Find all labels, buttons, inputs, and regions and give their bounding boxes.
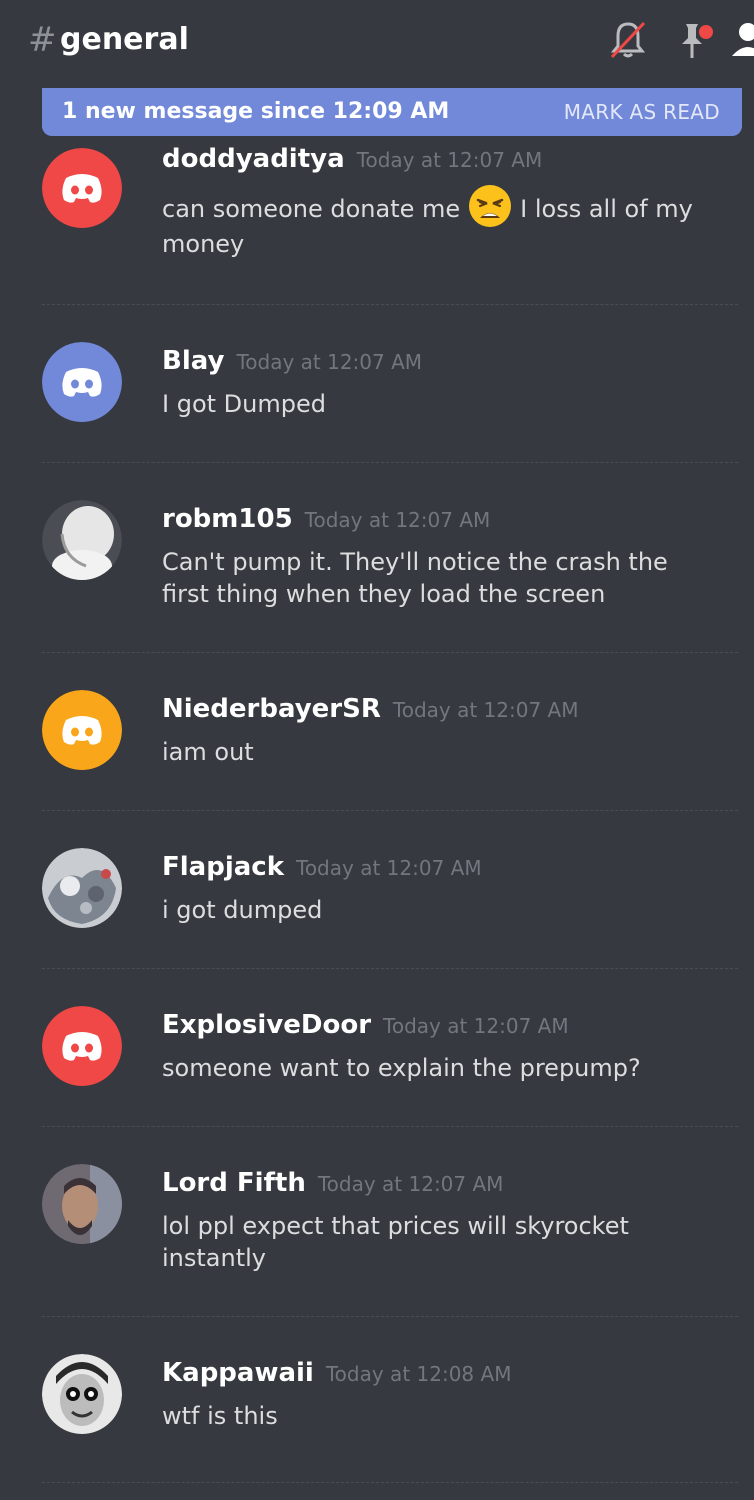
avatar[interactable] (42, 148, 122, 228)
username[interactable]: Kappawaii Today at 12:08 AM (162, 1356, 511, 1391)
new-messages-banner[interactable]: 1 new message since 12:09 AM MARK AS REA… (42, 88, 742, 136)
channel-hash-icon: # (28, 20, 57, 60)
channel-name[interactable]: general (60, 20, 189, 60)
username-text[interactable]: doddyaditya (162, 144, 345, 174)
user-photo-icon (42, 500, 122, 580)
mute-bell-icon[interactable] (610, 20, 646, 60)
user-photo-icon (42, 1354, 122, 1434)
timestamp: Today at 12:07 AM (356, 148, 543, 172)
message-divider (42, 462, 738, 463)
message-text: iam out (162, 738, 254, 766)
username[interactable]: Blay Today at 12:07 AM (162, 344, 422, 379)
discord-logo-icon (42, 148, 122, 228)
username[interactable]: robm105 Today at 12:07 AM (162, 502, 490, 537)
username-text[interactable]: Flapjack (162, 852, 284, 882)
message-divider (42, 1126, 738, 1127)
username-text[interactable]: Kappawaii (162, 1358, 314, 1388)
message-text: lol ppl expect that prices will skyrocke… (162, 1212, 629, 1272)
username-text[interactable]: ExplosiveDoor (162, 1010, 371, 1040)
avatar[interactable] (42, 848, 122, 928)
username[interactable]: ExplosiveDoor Today at 12:07 AM (162, 1008, 569, 1043)
message-text: can someone donate me I loss all of my m… (162, 185, 722, 261)
discord-logo-icon (42, 690, 122, 770)
username[interactable]: Lord Fifth Today at 12:07 AM (162, 1166, 503, 1201)
message-text: I got Dumped (162, 390, 326, 418)
message-text: wtf is this (162, 1402, 278, 1430)
message-text-part: can someone donate me (162, 195, 461, 223)
avatar[interactable] (42, 500, 122, 580)
username-text[interactable]: Lord Fifth (162, 1168, 306, 1198)
members-icon[interactable] (732, 20, 754, 60)
message-feed[interactable]: doddyaditya Today at 12:07 AM can someone… (0, 0, 754, 1500)
message-divider (42, 968, 738, 969)
username[interactable]: doddyaditya Today at 12:07 AM (162, 142, 542, 177)
timestamp: Today at 12:07 AM (383, 1014, 569, 1038)
channel-header: # general (0, 0, 754, 80)
timestamp: Today at 12:07 AM (304, 508, 491, 532)
timestamp: Today at 12:07 AM (317, 1172, 504, 1196)
timestamp: Today at 12:07 AM (296, 856, 482, 880)
discord-logo-icon (42, 1006, 122, 1086)
avatar[interactable] (42, 1354, 122, 1434)
message-text: Can't pump it. They'll notice the crash … (162, 548, 668, 608)
avatar[interactable] (42, 1006, 122, 1086)
message-divider (42, 304, 738, 305)
username[interactable]: Flapjack Today at 12:07 AM (162, 850, 482, 885)
username[interactable]: NiederbayerSR Today at 12:07 AM (162, 692, 578, 727)
weary-face-emoji-icon (469, 185, 512, 227)
timestamp: Today at 12:07 AM (236, 350, 423, 374)
pin-icon[interactable] (676, 20, 716, 60)
discord-logo-icon (42, 342, 122, 422)
message-divider (42, 810, 738, 811)
timestamp: Today at 12:08 AM (325, 1362, 512, 1386)
message-text: i got dumped (162, 896, 323, 924)
user-photo-icon (42, 1164, 122, 1244)
message-divider (42, 1482, 738, 1483)
avatar[interactable] (42, 1164, 122, 1244)
message-text: someone want to explain the prepump? (162, 1054, 641, 1082)
avatar[interactable] (42, 690, 122, 770)
username-text[interactable]: Blay (162, 346, 224, 376)
new-messages-text: 1 new message since 12:09 AM (62, 99, 450, 124)
username-text[interactable]: NiederbayerSR (162, 694, 381, 724)
mark-as-read-button[interactable]: MARK AS READ (564, 99, 720, 125)
timestamp: Today at 12:07 AM (392, 698, 579, 722)
message-divider (42, 1316, 738, 1317)
message-divider (42, 652, 738, 653)
user-photo-icon (42, 848, 122, 928)
avatar[interactable] (42, 342, 122, 422)
username-text[interactable]: robm105 (162, 504, 293, 534)
